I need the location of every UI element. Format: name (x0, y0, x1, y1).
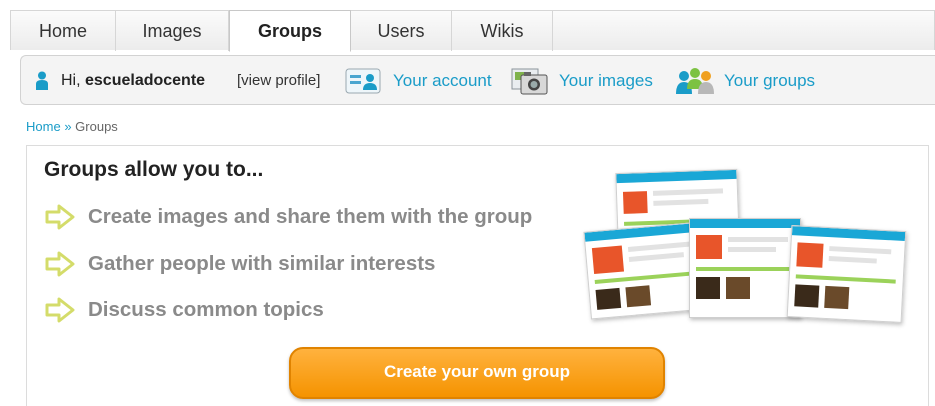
tab-home[interactable]: Home (11, 11, 116, 51)
main-nav-tabs: Home Images Groups Users Wikis (10, 10, 935, 52)
people-icon[interactable] (675, 67, 715, 95)
feature-text: Create images and share them with the gr… (88, 205, 533, 228)
tab-wikis[interactable]: Wikis (452, 11, 553, 51)
arrow-right-icon (45, 251, 75, 277)
username: escueladocente (85, 72, 206, 89)
groups-intro-panel: Groups allow you to... Create images and… (26, 145, 929, 406)
greeting: Hi, escueladocente (61, 56, 205, 106)
tab-users[interactable]: Users (351, 11, 452, 51)
breadcrumb: Home » Groups (26, 119, 118, 134)
user-bar: Hi, escueladocente [view profile] Your a… (20, 55, 935, 105)
breadcrumb-separator: » (64, 119, 72, 134)
your-account-link[interactable]: Your account (393, 56, 492, 106)
preview-screenshot (689, 218, 801, 318)
view-profile-link[interactable]: [view profile] (237, 56, 320, 106)
create-group-button[interactable]: Create your own group (289, 347, 665, 399)
feature-text: Gather people with similar interests (88, 252, 436, 275)
user-icon (36, 71, 48, 90)
panel-title: Groups allow you to... (44, 158, 264, 181)
preview-screenshot (786, 225, 907, 323)
your-groups-link[interactable]: Your groups (724, 56, 815, 106)
camera-icon[interactable] (511, 66, 549, 96)
breadcrumb-current: Groups (75, 119, 118, 134)
feature-text: Discuss common topics (88, 298, 324, 321)
greeting-text: Hi, (61, 72, 85, 89)
arrow-right-icon (45, 297, 75, 323)
tab-images[interactable]: Images (116, 11, 229, 51)
account-card-icon[interactable] (345, 68, 381, 94)
your-images-link[interactable]: Your images (559, 56, 653, 106)
breadcrumb-home[interactable]: Home (26, 119, 61, 134)
tab-groups[interactable]: Groups (229, 10, 351, 52)
arrow-right-icon (45, 204, 75, 230)
